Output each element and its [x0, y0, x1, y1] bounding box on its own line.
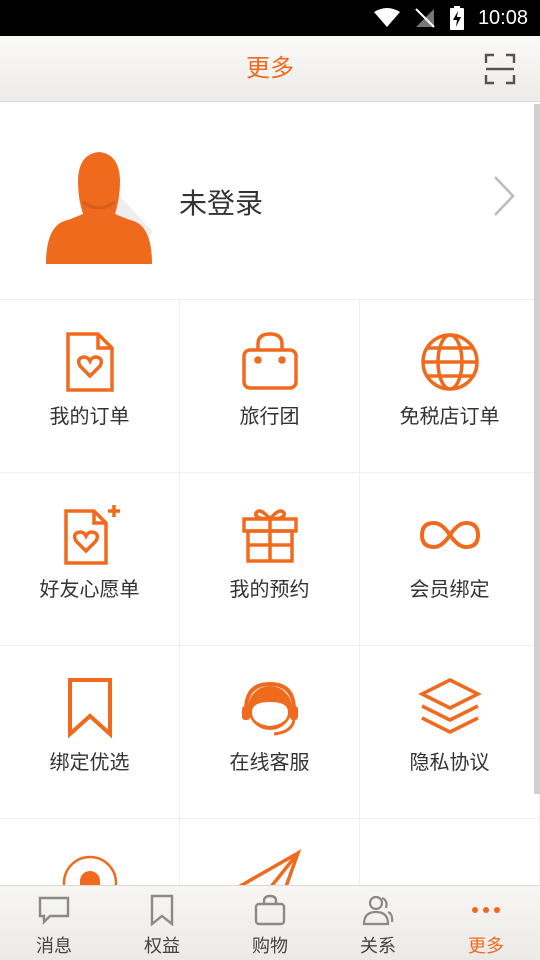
- order-heart-icon: [65, 332, 114, 392]
- status-time: 10:08: [477, 6, 528, 29]
- menu-item-bind-select[interactable]: 绑定优选: [0, 646, 180, 819]
- menu-item-partial-2[interactable]: [180, 819, 360, 912]
- gift-icon: [241, 509, 298, 563]
- chevron-right-icon: [494, 176, 515, 216]
- bookmark-icon: [67, 678, 112, 739]
- avatar-icon: [46, 152, 153, 264]
- menu-item-partial-1[interactable]: [0, 819, 180, 911]
- tab-more[interactable]: 更多: [432, 886, 540, 960]
- tab-label: 更多: [468, 936, 504, 957]
- battery-charging-icon: [449, 6, 464, 30]
- page-title: 更多: [246, 54, 294, 82]
- menu-label: 旅行团: [239, 404, 300, 428]
- scrollbar[interactable]: [534, 104, 540, 794]
- menu-item-appointments[interactable]: 我的预约: [180, 473, 360, 646]
- login-status: 未登录: [179, 187, 264, 220]
- tab-label: 消息: [36, 936, 72, 957]
- tab-benefits[interactable]: 权益: [108, 886, 216, 960]
- menu-label: 绑定优选: [49, 750, 130, 774]
- infinity-icon: [419, 520, 480, 550]
- menu-label: 在线客服: [229, 750, 310, 774]
- globe-icon: [420, 333, 479, 391]
- top-header: 更多: [0, 36, 540, 102]
- message-icon: [38, 896, 70, 925]
- menu-item-tour-group[interactable]: 旅行团: [180, 300, 360, 473]
- tab-label: 购物: [252, 936, 288, 957]
- profile-card[interactable]: 未登录: [0, 102, 540, 300]
- scan-icon[interactable]: [484, 53, 516, 85]
- bottom-tab-bar: 消息 权益 购物 关系 更多: [0, 885, 540, 960]
- menu-item-empty: [360, 819, 540, 889]
- tab-shopping[interactable]: 购物: [216, 886, 324, 960]
- tab-label: 关系: [360, 936, 396, 957]
- more-dots-icon: [472, 907, 500, 913]
- menu-label: 隐私协议: [409, 750, 490, 774]
- menu-label: 我的订单: [49, 404, 130, 428]
- tab-messages[interactable]: 消息: [0, 886, 108, 960]
- menu-label: 好友心愿单: [39, 577, 140, 601]
- no-signal-icon: [415, 8, 435, 28]
- tab-relations[interactable]: 关系: [324, 886, 432, 960]
- menu-item-member-binding[interactable]: 会员绑定: [360, 473, 540, 646]
- users-icon: [362, 895, 394, 926]
- wifi-icon: [373, 8, 400, 27]
- tab-label: 权益: [144, 936, 180, 957]
- status-bar: 10:08: [0, 0, 540, 36]
- menu-item-duty-free-orders[interactable]: 免税店订单: [360, 300, 540, 473]
- menu-item-customer-service[interactable]: 在线客服: [180, 646, 360, 819]
- menu-label: 免税店订单: [399, 404, 500, 428]
- bookmark-icon: [150, 894, 174, 926]
- layers-icon: [417, 678, 482, 734]
- wishlist-icon: [63, 505, 120, 565]
- bag-icon: [241, 332, 298, 390]
- menu-label: 我的预约: [229, 577, 310, 601]
- menu-item-my-orders[interactable]: 我的订单: [0, 300, 180, 473]
- menu-item-wishlist[interactable]: 好友心愿单: [0, 473, 180, 646]
- headset-icon: [241, 681, 298, 736]
- menu-label: 会员绑定: [409, 577, 490, 601]
- menu-item-privacy-policy[interactable]: 隐私协议: [360, 646, 540, 819]
- shopping-bag-icon: [254, 894, 286, 926]
